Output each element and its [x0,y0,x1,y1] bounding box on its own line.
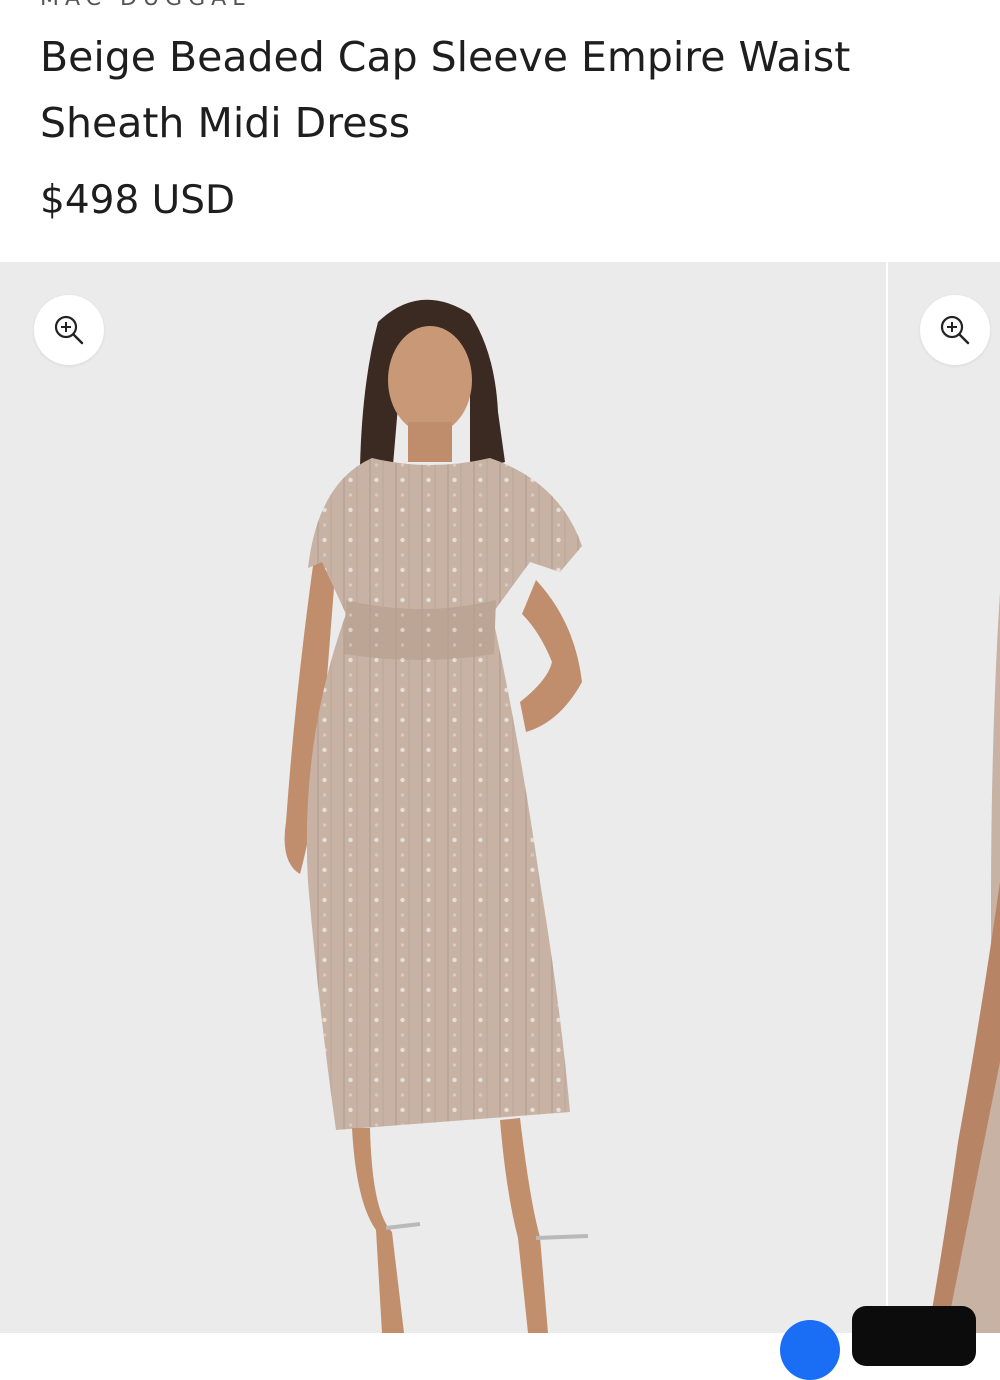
chat-button[interactable] [780,1320,840,1380]
zoom-in-icon [54,315,84,345]
zoom-button-next[interactable] [920,295,990,365]
zoom-button[interactable] [34,295,104,365]
model-alternate-photo [888,262,1000,1333]
brand-name[interactable]: MAC DUGGAL [40,0,250,11]
product-title: Beige Beaded Cap Sleeve Empire Waist She… [40,33,851,147]
model-front-photo [0,262,886,1333]
zoom-in-icon [940,315,970,345]
product-price: $498 USD [40,178,235,223]
product-image-gallery[interactable] [0,262,1000,1333]
gallery-slide-main[interactable] [0,262,886,1333]
gallery-slide-next[interactable] [888,262,1000,1333]
floating-action-button[interactable] [852,1306,976,1366]
